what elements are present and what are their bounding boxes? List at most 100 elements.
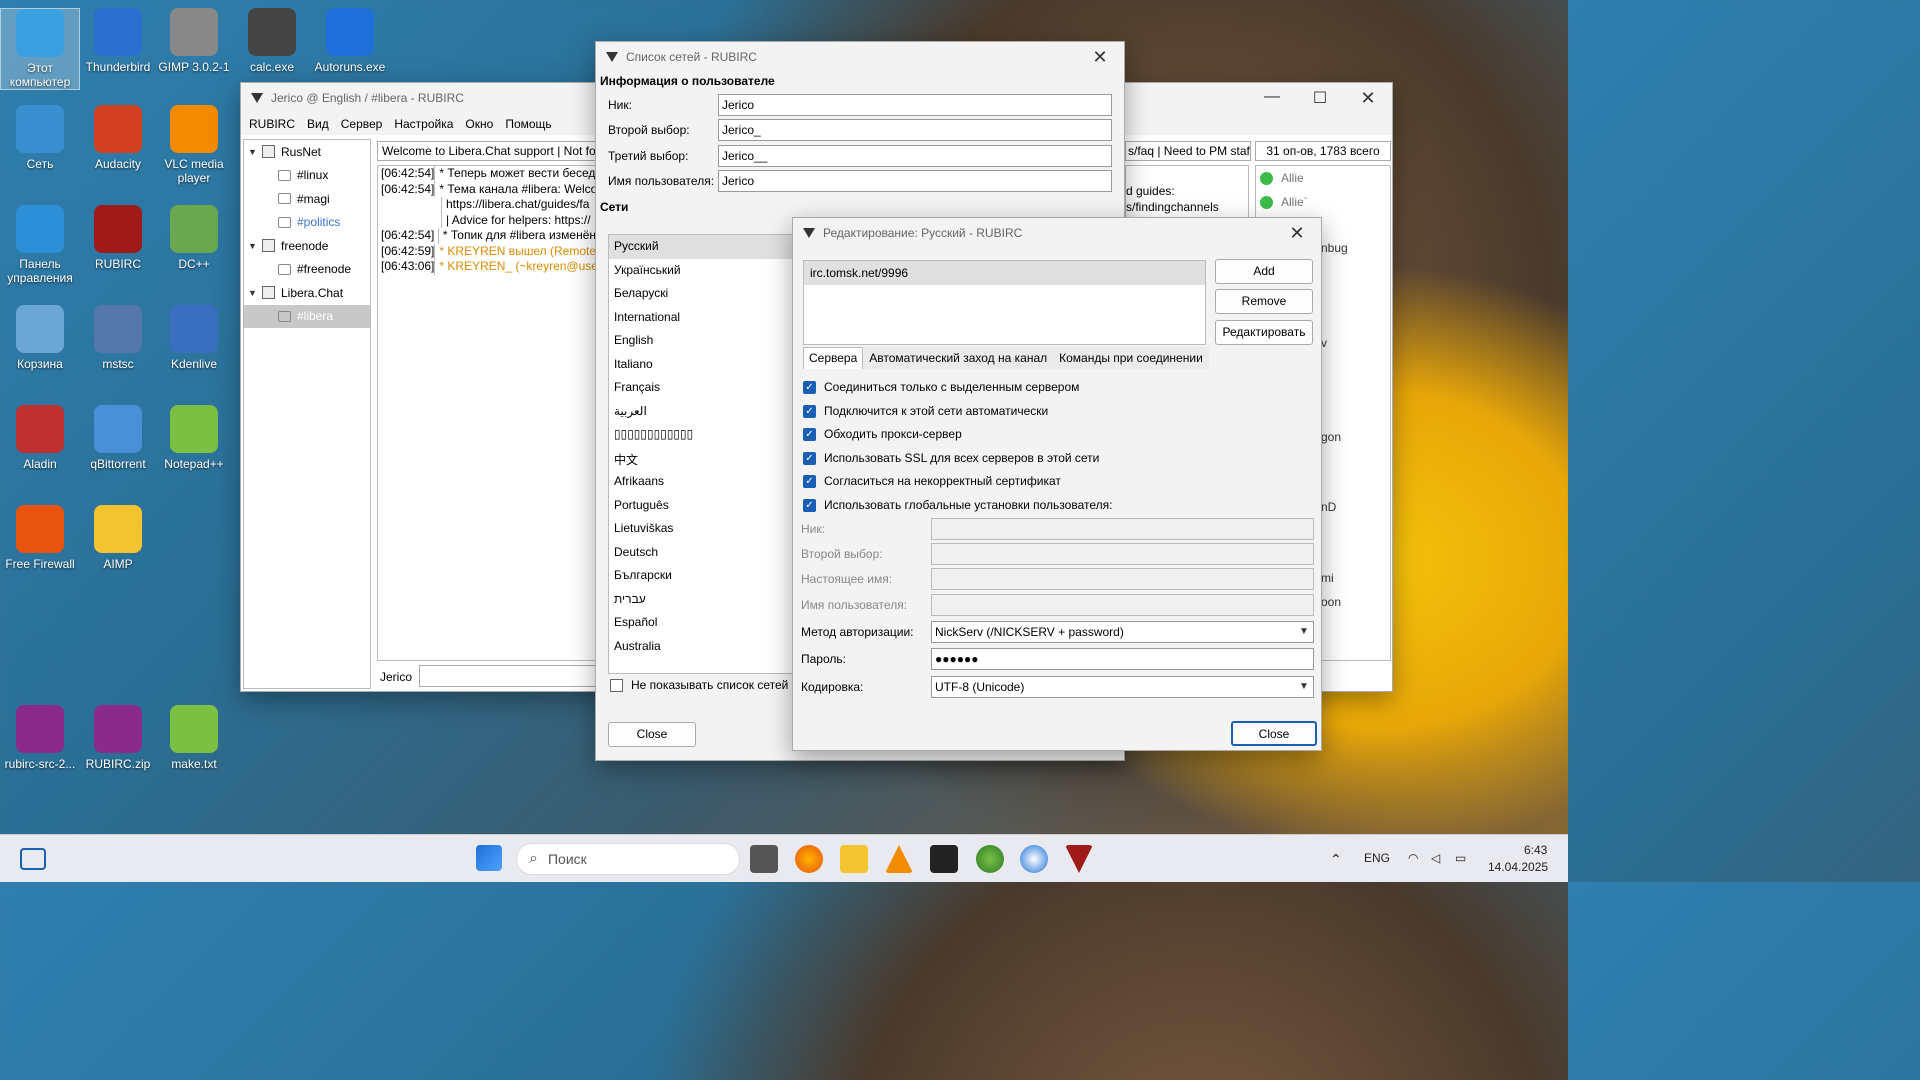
tree-channel-magi[interactable]: #magi — [244, 187, 370, 211]
encoding-select[interactable]: UTF-8 (Unicode) ▼ — [931, 676, 1314, 698]
network-item[interactable]: Беларускі — [609, 282, 807, 306]
network-item[interactable]: Український — [609, 259, 807, 283]
nick-field[interactable]: Jerico — [718, 93, 1112, 116]
nick-label[interactable]: Jerico — [377, 667, 415, 687]
tree-server-libera[interactable]: ▼ Libera.Chat — [244, 281, 370, 305]
task-view-icon[interactable] — [750, 845, 778, 873]
collapse-icon[interactable]: ▼ — [248, 147, 258, 157]
option-selected-server-only[interactable]: ✓ Соединиться только с выделенным серверо… — [803, 380, 1079, 394]
server-item[interactable]: irc.tomsk.net/9996 — [804, 261, 1205, 285]
network-item[interactable]: Русский — [609, 235, 807, 259]
collapse-icon[interactable]: ▼ — [248, 241, 258, 251]
desktop-icon[interactable]: Сеть — [0, 105, 80, 171]
checkbox-checked-icon[interactable]: ✓ — [803, 474, 816, 488]
remove-server-button[interactable]: Remove — [1215, 289, 1313, 314]
desktop-icon[interactable]: Autoruns.exe — [310, 8, 390, 74]
minimize-button[interactable]: — — [1248, 88, 1296, 109]
tree-server-rusnet[interactable]: ▼ RusNet — [244, 140, 370, 164]
desktop-icon[interactable]: mstsc — [78, 305, 158, 371]
server-list[interactable]: irc.tomsk.net/9996 — [803, 260, 1206, 345]
desktop-icon[interactable]: RUBIRC — [78, 205, 158, 271]
tree-channel-politics[interactable]: #politics — [244, 211, 370, 235]
third-choice-field[interactable]: Jerico__ — [718, 144, 1112, 167]
chevron-down-icon[interactable]: ▼ — [1295, 677, 1313, 697]
network-item[interactable]: Deutsch — [609, 541, 807, 565]
network-item[interactable]: Afrikaans — [609, 470, 807, 494]
tab-connect-commands[interactable]: Команды при соединении — [1053, 347, 1209, 369]
desktop-icon[interactable]: Панель управления — [0, 205, 80, 285]
wifi-icon[interactable]: ◠ — [1408, 851, 1418, 865]
network-item[interactable]: ▯▯▯▯▯▯▯▯▯▯▯▯ — [609, 423, 807, 447]
tab-autojoin[interactable]: Автоматический заход на канал — [863, 347, 1054, 369]
desktop-icon[interactable]: qBittorrent — [78, 405, 158, 471]
network-item[interactable]: International — [609, 306, 807, 330]
auth-method-select[interactable]: NickServ (/NICKSERV + password) ▼ — [931, 621, 1314, 643]
network-list[interactable]: Русский Український Беларускі International… — [608, 234, 808, 674]
dont-show-row[interactable]: Не показывать список сетей — [610, 678, 788, 693]
password-field[interactable]: ●●●●●● — [931, 648, 1314, 670]
desktop-icon[interactable]: calc.exe — [232, 8, 312, 74]
desktop-icon[interactable]: RUBIRC.zip — [78, 705, 158, 771]
desktop-icon[interactable]: make.txt — [154, 705, 234, 771]
close-button[interactable]: ✕ — [1344, 88, 1392, 109]
username-field[interactable]: Jerico — [718, 170, 1112, 193]
network-item[interactable]: עברית — [609, 588, 807, 612]
network-item[interactable]: Français — [609, 376, 807, 400]
network-item[interactable]: Български — [609, 564, 807, 588]
desktop-icon[interactable]: Free Firewall — [0, 505, 80, 571]
checkbox-checked-icon[interactable]: ✓ — [803, 427, 816, 441]
checkbox-checked-icon[interactable]: ✓ — [803, 404, 816, 418]
network-item[interactable]: Italiano — [609, 353, 807, 377]
tree-channel-linux[interactable]: #linux — [244, 164, 370, 188]
search-box[interactable]: ⌕ Поиск — [516, 843, 740, 875]
checkbox-checked-icon[interactable]: ✓ — [803, 451, 816, 465]
widgets-icon[interactable] — [20, 848, 46, 870]
chevron-down-icon[interactable]: ▼ — [1295, 622, 1313, 642]
menu-help[interactable]: Помощь — [499, 117, 557, 131]
tab-servers[interactable]: Сервера — [803, 347, 864, 369]
second-choice-field[interactable]: Jerico_ — [718, 119, 1112, 142]
volume-icon[interactable]: ◁ — [1431, 851, 1440, 865]
dcpp-icon[interactable] — [976, 845, 1004, 873]
close-button[interactable]: ✕ — [1076, 47, 1124, 68]
thunderbird-icon[interactable] — [1020, 845, 1048, 873]
network-item[interactable]: Lietuviškas — [609, 517, 807, 541]
firefox-icon[interactable] — [795, 845, 823, 873]
desktop-icon[interactable]: AIMP — [78, 505, 158, 571]
option-use-global[interactable]: ✓ Использовать глобальные установки польз… — [803, 498, 1112, 512]
desktop-icon[interactable]: Корзина — [0, 305, 80, 371]
network-item[interactable]: 中文 — [609, 447, 807, 471]
edit-server-button[interactable]: Редактировать — [1215, 320, 1313, 345]
desktop-icon[interactable]: GIMP 3.0.2-1 — [154, 8, 234, 74]
edit-close-button[interactable]: Close — [1231, 721, 1317, 746]
add-server-button[interactable]: Add — [1215, 259, 1313, 284]
option-accept-invalid-cert[interactable]: ✓ Согласиться на некорректный сертификат — [803, 474, 1061, 488]
option-bypass-proxy[interactable]: ✓ Обходить прокси-сервер — [803, 427, 962, 441]
menu-server[interactable]: Сервер — [335, 117, 389, 131]
tree-server-freenode[interactable]: ▼ freenode — [244, 234, 370, 258]
rubirc-taskbar-icon[interactable] — [1065, 845, 1093, 873]
network-item[interactable]: Australia — [609, 635, 807, 659]
desktop-icon[interactable]: Aladin — [0, 405, 80, 471]
network-item[interactable]: Português — [609, 494, 807, 518]
desktop-icon[interactable]: DC++ — [154, 205, 234, 271]
tree-channel-freenode[interactable]: #freenode — [244, 258, 370, 282]
terminal-icon[interactable] — [930, 845, 958, 873]
menu-window[interactable]: Окно — [459, 117, 499, 131]
dont-show-checkbox[interactable] — [610, 679, 623, 693]
desktop-icon[interactable]: rubirc-src-2... — [0, 705, 80, 771]
checkbox-checked-icon[interactable]: ✓ — [803, 498, 816, 512]
menu-settings[interactable]: Настройка — [388, 117, 459, 131]
option-auto-connect[interactable]: ✓ Подключится к этой сети автоматически — [803, 404, 1048, 418]
file-explorer-icon[interactable] — [840, 845, 868, 873]
menu-view[interactable]: Вид — [301, 117, 335, 131]
message-input[interactable] — [419, 665, 599, 687]
network-item[interactable]: العربية — [609, 400, 807, 424]
vlc-icon[interactable] — [885, 845, 913, 873]
collapse-icon[interactable]: ▼ — [248, 288, 258, 298]
desktop-icon[interactable]: Notepad++ — [154, 405, 234, 471]
netlist-close-button[interactable]: Close — [608, 722, 696, 747]
desktop-icon[interactable]: Этот компьютер — [0, 8, 80, 90]
language-indicator[interactable]: ENG — [1364, 851, 1390, 865]
desktop-icon[interactable]: Kdenlive — [154, 305, 234, 371]
